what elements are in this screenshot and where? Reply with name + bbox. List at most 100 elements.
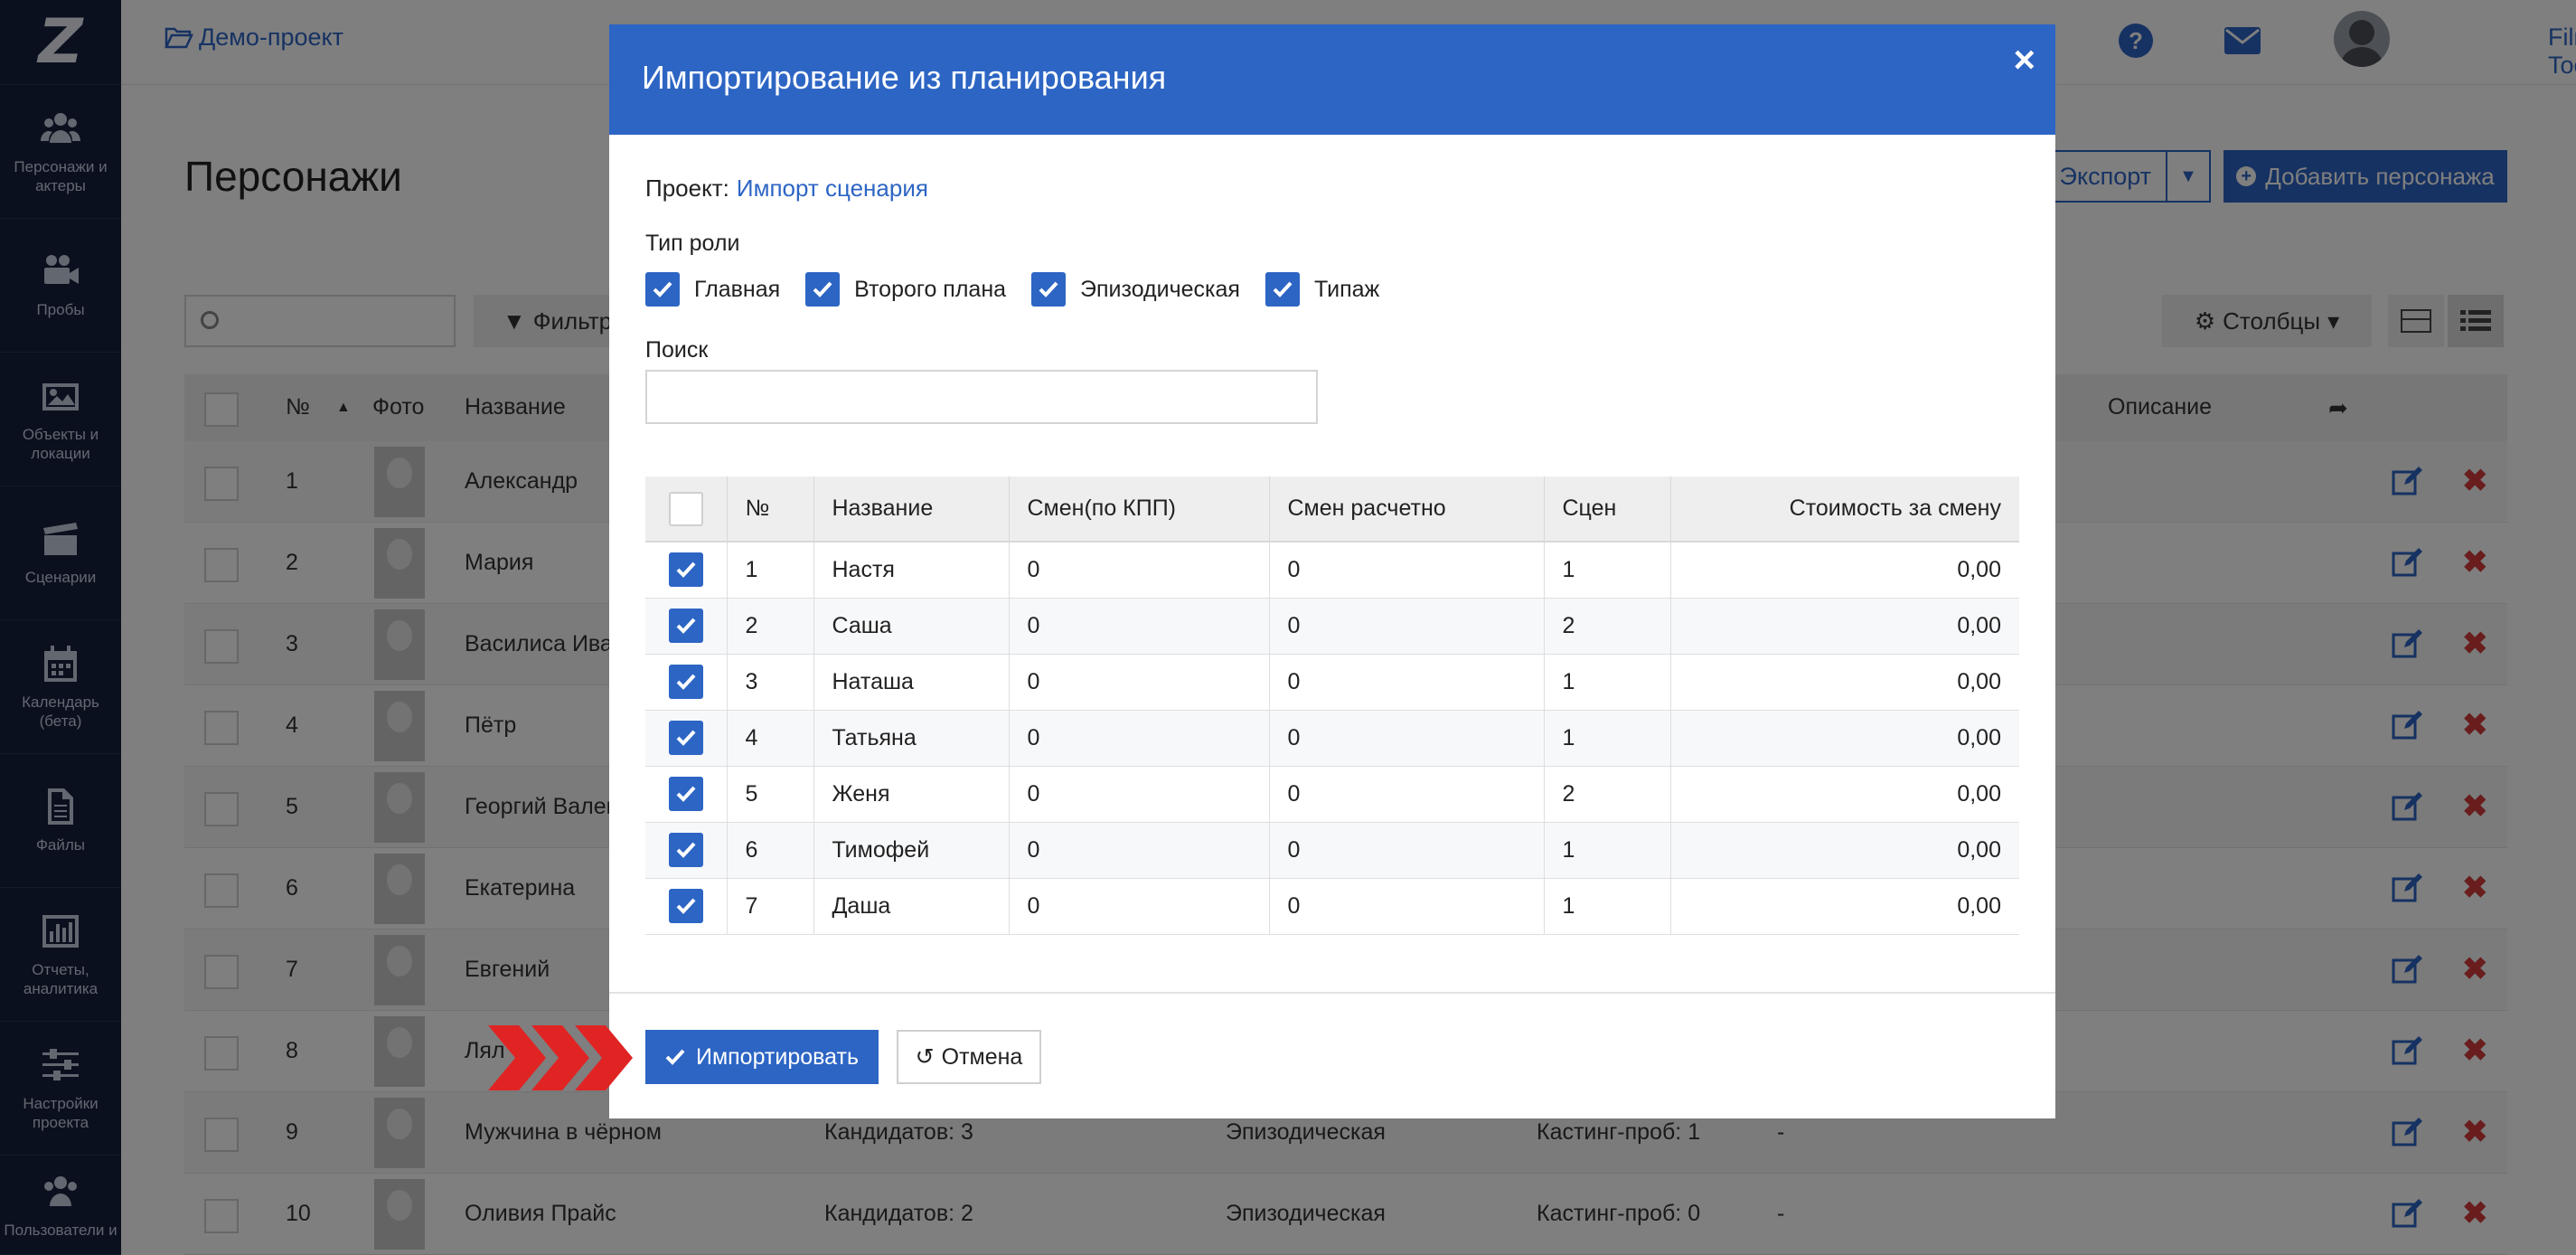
role-checkbox[interactable] (1031, 272, 1067, 307)
cancel-button[interactable]: ↺ Отмена (897, 1030, 1041, 1084)
scenes-count: 2 (1544, 598, 1671, 655)
column-header-scenes: Сцен (1544, 477, 1671, 543)
project-link[interactable]: Импорт сценария (737, 175, 928, 202)
character-name: Наташа (813, 654, 1010, 711)
search-input[interactable] (645, 370, 1318, 424)
cost-per-shift: 0,00 (1670, 710, 2019, 767)
role-filter-1[interactable]: Главная (645, 272, 780, 307)
check-icon (665, 1049, 685, 1065)
row-number: 2 (727, 598, 814, 655)
row-number: 7 (727, 878, 814, 935)
shifts-kpp: 0 (1009, 822, 1270, 879)
row-checkbox[interactable] (668, 777, 703, 811)
table-row[interactable]: 6 Тимофей 0 0 1 0,00 (645, 822, 2019, 879)
import-button[interactable]: Импортировать (645, 1030, 879, 1084)
shifts-kpp: 0 (1009, 878, 1270, 935)
cost-per-shift: 0,00 (1670, 766, 2019, 823)
scenes-count: 1 (1544, 542, 1671, 599)
row-checkbox-cell (645, 766, 728, 823)
cost-per-shift: 0,00 (1670, 654, 2019, 711)
character-name: Женя (813, 766, 1010, 823)
row-checkbox-cell (645, 878, 728, 935)
column-header-shifts-kpp: Смен(по КПП) (1009, 477, 1270, 543)
close-icon[interactable]: × (2013, 41, 2035, 79)
shifts-calc: 0 (1269, 878, 1545, 935)
table-row[interactable]: 2 Саша 0 0 2 0,00 (645, 598, 2019, 655)
table-header-row: № Название Смен(по КПП) Смен расчетно Сц… (645, 477, 2019, 543)
undo-icon: ↺ (915, 1044, 935, 1070)
row-checkbox-cell (645, 542, 728, 599)
shifts-calc: 0 (1269, 598, 1545, 655)
character-name: Тимофей (813, 822, 1010, 879)
row-number: 4 (727, 710, 814, 767)
table-row[interactable]: 7 Даша 0 0 1 0,00 (645, 878, 2019, 935)
role-type-filters: Главная Второго плана Эпизодическая Типаж (645, 272, 1405, 307)
row-number: 3 (727, 654, 814, 711)
role-checkbox[interactable] (645, 272, 680, 307)
role-label: Главная (694, 276, 781, 302)
shifts-kpp: 0 (1009, 598, 1270, 655)
row-checkbox[interactable] (668, 889, 703, 923)
import-modal: Импортирование из планирования × Проект:… (609, 24, 2055, 1118)
shifts-calc: 0 (1269, 542, 1545, 599)
table-row[interactable]: 1 Настя 0 0 1 0,00 (645, 542, 2019, 599)
modal-title: Импортирование из планирования (642, 59, 1167, 96)
column-header-cost: Стоимость за смену (1670, 477, 2019, 543)
scenes-count: 2 (1544, 766, 1671, 823)
row-number: 5 (727, 766, 814, 823)
modal-footer: Импортировать ↺ Отмена (609, 992, 2055, 1118)
character-name: Даша (813, 878, 1010, 935)
role-checkbox[interactable] (1264, 272, 1300, 307)
row-checkbox[interactable] (668, 833, 703, 867)
pointer-arrows-icon (488, 1025, 633, 1090)
row-checkbox-cell (645, 654, 728, 711)
character-name: Саша (813, 598, 1010, 655)
shifts-kpp: 0 (1009, 710, 1270, 767)
character-name: Татьяна (813, 710, 1010, 767)
scenes-count: 1 (1544, 710, 1671, 767)
cost-per-shift: 0,00 (1670, 598, 2019, 655)
role-checkbox[interactable] (805, 272, 841, 307)
table-row[interactable]: 3 Наташа 0 0 1 0,00 (645, 654, 2019, 711)
scenes-count: 1 (1544, 878, 1671, 935)
search-label: Поиск (645, 337, 709, 363)
shifts-calc: 0 (1269, 766, 1545, 823)
row-checkbox-cell (645, 822, 728, 879)
column-header-name: Название (813, 477, 1010, 543)
role-filter-4[interactable]: Типаж (1264, 272, 1380, 307)
role-label: Второго плана (854, 276, 1007, 302)
row-checkbox[interactable] (668, 721, 703, 755)
row-checkbox[interactable] (668, 609, 703, 643)
select-all-cell (645, 477, 728, 543)
cost-per-shift: 0,00 (1670, 542, 2019, 599)
role-type-label: Тип роли (645, 231, 740, 256)
table-row[interactable]: 5 Женя 0 0 2 0,00 (645, 766, 2019, 823)
shifts-calc: 0 (1269, 654, 1545, 711)
row-checkbox[interactable] (668, 665, 703, 699)
scenes-count: 1 (1544, 654, 1671, 711)
row-checkbox-cell (645, 598, 728, 655)
scenes-count: 1 (1544, 822, 1671, 879)
role-filter-2[interactable]: Второго плана (805, 272, 1006, 307)
table-row[interactable]: 4 Татьяна 0 0 1 0,00 (645, 710, 2019, 767)
row-number: 6 (727, 822, 814, 879)
shifts-kpp: 0 (1009, 766, 1270, 823)
character-name: Настя (813, 542, 1010, 599)
row-number: 1 (727, 542, 814, 599)
shifts-calc: 0 (1269, 710, 1545, 767)
shifts-kpp: 0 (1009, 542, 1270, 599)
column-header-shifts-calc: Смен расчетно (1269, 477, 1545, 543)
role-label: Эпизодическая (1080, 276, 1240, 302)
role-filter-3[interactable]: Эпизодическая (1031, 272, 1240, 307)
cost-per-shift: 0,00 (1670, 822, 2019, 879)
select-all-checkbox[interactable] (668, 491, 703, 526)
row-checkbox-cell (645, 710, 728, 767)
project-label: Проект: (645, 175, 729, 202)
shifts-kpp: 0 (1009, 654, 1270, 711)
column-header-num: № (727, 477, 814, 543)
modal-header: Импортирование из планирования × (609, 24, 2055, 135)
cost-per-shift: 0,00 (1670, 878, 2019, 935)
shifts-calc: 0 (1269, 822, 1545, 879)
role-label: Типаж (1313, 276, 1380, 302)
row-checkbox[interactable] (668, 552, 703, 588)
